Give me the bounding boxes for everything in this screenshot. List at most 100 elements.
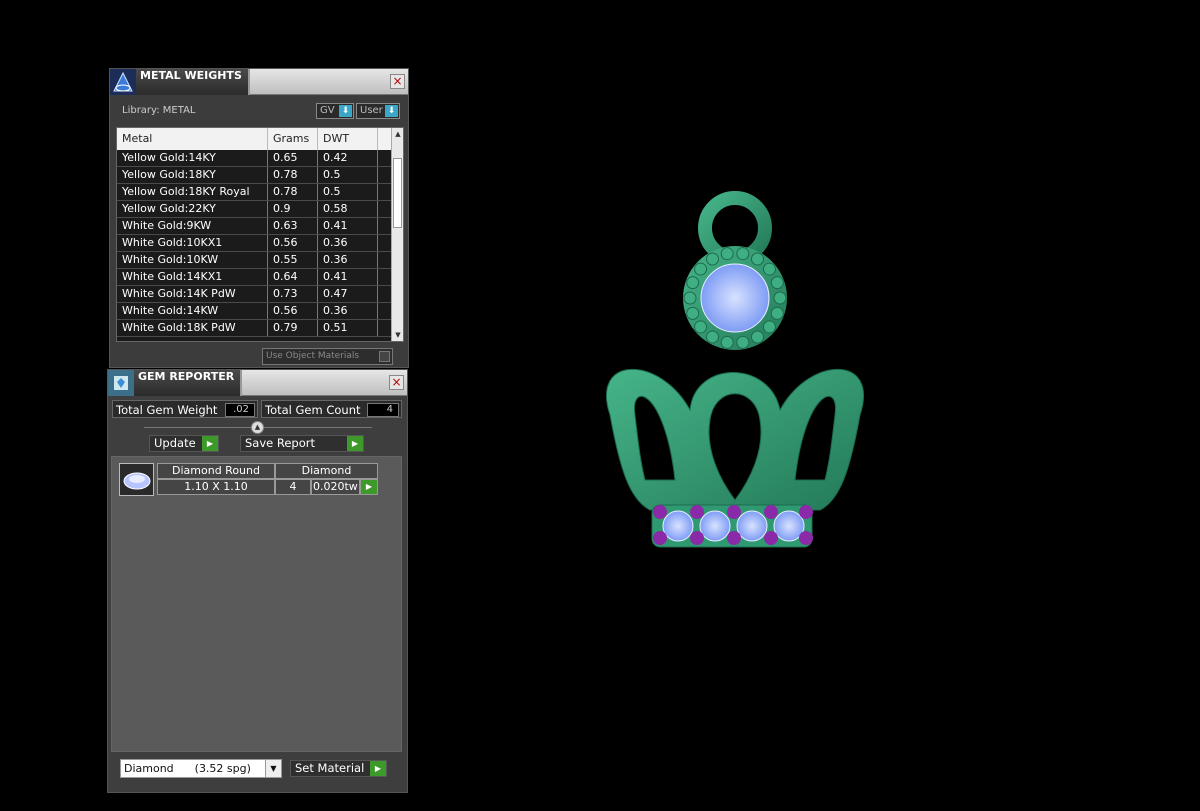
cell-dwt: 0.41 xyxy=(318,269,378,285)
total-gem-count-value: 4 xyxy=(367,403,399,417)
cell-metal: Yellow Gold:18KY Royal xyxy=(117,184,268,200)
chevron-down-icon[interactable]: ▼ xyxy=(265,760,281,777)
gem-weight: 0.020tw xyxy=(311,479,360,495)
table-row[interactable]: White Gold:9KW 0.63 0.41 xyxy=(117,218,393,235)
update-button[interactable]: Update ▶ xyxy=(149,435,219,452)
scroll-up-icon[interactable]: ▲ xyxy=(392,128,403,140)
metal-weights-close-button[interactable]: × xyxy=(390,74,405,89)
gem-reporter-tab: GEM REPORTER xyxy=(134,370,243,396)
use-object-materials-label: Use Object Materials xyxy=(266,351,360,361)
table-row[interactable]: Yellow Gold:22KY 0.9 0.58 xyxy=(117,201,393,218)
accent-stone xyxy=(690,505,704,519)
cell-dwt: 0.41 xyxy=(318,218,378,234)
material-select-value: Diamond (3.52 spg) xyxy=(124,762,251,775)
3d-viewport[interactable] xyxy=(560,180,900,570)
cell-grams: 0.73 xyxy=(268,286,318,302)
cell-metal: White Gold:10KW xyxy=(117,252,268,268)
table-row[interactable]: Yellow Gold:18KY 0.78 0.5 xyxy=(117,167,393,184)
gem-row-play-icon[interactable]: ▶ xyxy=(360,479,378,495)
accent-stone xyxy=(764,505,778,519)
metal-weights-icon xyxy=(110,69,136,95)
cell-metal: White Gold:14KX1 xyxy=(117,269,268,285)
metal-weights-titlebar[interactable]: METAL WEIGHTS × xyxy=(110,69,408,95)
gem-reporter-panel: GEM REPORTER × Total Gem Weight .02 Tota… xyxy=(107,369,408,793)
gem-shape: Diamond Round xyxy=(157,463,275,479)
gem-reporter-titlebar[interactable]: GEM REPORTER × xyxy=(108,370,407,396)
halo-bead xyxy=(770,276,784,290)
cell-dwt: 0.51 xyxy=(318,320,378,336)
halo-bead xyxy=(694,262,708,276)
halo-bead xyxy=(751,330,764,344)
gem-count: 4 xyxy=(275,479,311,495)
column-header-dwt[interactable]: DWT xyxy=(318,128,378,150)
use-object-materials-toggle[interactable]: Use Object Materials xyxy=(262,348,393,365)
play-icon: ▶ xyxy=(370,761,386,776)
cell-metal: Yellow Gold:14KY xyxy=(117,150,268,166)
cell-grams: 0.78 xyxy=(268,184,318,200)
cell-grams: 0.56 xyxy=(268,235,318,251)
table-row[interactable]: White Gold:10KX1 0.56 0.36 xyxy=(117,235,393,252)
halo-bead xyxy=(706,330,719,344)
play-icon: ▶ xyxy=(202,436,218,451)
halo-bead xyxy=(686,276,700,290)
column-header-grams[interactable]: Grams xyxy=(268,128,318,150)
accent-stone xyxy=(727,531,741,545)
diamond-round-icon xyxy=(123,472,150,489)
gem-thumbnail[interactable] xyxy=(119,463,154,496)
gem-size: 1.10 X 1.10 xyxy=(157,479,275,495)
set-material-button[interactable]: Set Material ▶ xyxy=(290,760,387,777)
library-label: Library: METAL xyxy=(122,105,196,116)
toggle-dot-icon xyxy=(379,351,390,362)
cell-metal: White Gold:14KW xyxy=(117,303,268,319)
user-toggle[interactable]: User ⬇ xyxy=(356,103,400,119)
column-header-metal[interactable]: Metal xyxy=(117,128,268,150)
total-gem-weight-value: .02 xyxy=(225,403,255,417)
crown-arches xyxy=(606,368,864,511)
band-stone xyxy=(736,510,768,542)
halo-bead xyxy=(686,306,700,320)
cell-grams: 0.9 xyxy=(268,201,318,217)
cell-grams: 0.55 xyxy=(268,252,318,268)
metal-table-scrollbar[interactable]: ▲ ▼ xyxy=(391,128,403,341)
gv-label: GV xyxy=(320,105,335,116)
accent-stone xyxy=(653,505,667,519)
accent-stone xyxy=(764,531,778,545)
band-stone xyxy=(699,510,731,542)
accent-stone xyxy=(799,505,813,519)
band-stone xyxy=(662,510,694,542)
material-select[interactable]: Diamond (3.52 spg) ▼ xyxy=(120,759,282,778)
save-report-button[interactable]: Save Report ▶ xyxy=(240,435,364,452)
metal-table-header: Metal Grams DWT xyxy=(117,128,393,150)
cell-metal: White Gold:9KW xyxy=(117,218,268,234)
gem-material: Diamond xyxy=(275,463,378,479)
cell-dwt: 0.42 xyxy=(318,150,378,166)
table-row[interactable]: Yellow Gold:14KY 0.65 0.42 xyxy=(117,150,393,167)
metal-weights-tab: METAL WEIGHTS xyxy=(136,69,250,95)
scroll-thumb[interactable] xyxy=(393,158,402,228)
table-row[interactable]: White Gold:14KX1 0.64 0.41 xyxy=(117,269,393,286)
collapse-knob-icon[interactable]: ▲ xyxy=(251,421,264,434)
metal-weights-table: Metal Grams DWT Yellow Gold:14KY 0.65 0.42… xyxy=(116,127,404,342)
halo-bead xyxy=(736,247,750,261)
scroll-down-icon[interactable]: ▼ xyxy=(392,329,403,341)
user-label: User xyxy=(360,105,383,116)
cell-metal: White Gold:10KX1 xyxy=(117,235,268,251)
cell-dwt: 0.36 xyxy=(318,235,378,251)
accent-stone xyxy=(799,531,813,545)
gv-toggle[interactable]: GV ⬇ xyxy=(316,103,354,119)
cell-metal: Yellow Gold:18KY xyxy=(117,167,268,183)
halo-bead xyxy=(762,320,776,334)
table-row[interactable]: White Gold:18K PdW 0.79 0.51 xyxy=(117,320,393,337)
cell-grams: 0.64 xyxy=(268,269,318,285)
accent-stone xyxy=(653,531,667,545)
table-row[interactable]: White Gold:14KW 0.56 0.36 xyxy=(117,303,393,320)
cell-dwt: 0.58 xyxy=(318,201,378,217)
table-row[interactable]: Yellow Gold:18KY Royal 0.78 0.5 xyxy=(117,184,393,201)
accent-stone xyxy=(690,531,704,545)
table-row[interactable]: White Gold:10KW 0.55 0.36 xyxy=(117,252,393,269)
gem-reporter-close-button[interactable]: × xyxy=(389,375,404,390)
cell-metal: White Gold:14K PdW xyxy=(117,286,268,302)
cell-grams: 0.79 xyxy=(268,320,318,336)
table-row[interactable]: White Gold:14K PdW 0.73 0.47 xyxy=(117,286,393,303)
gem-reporter-icon xyxy=(108,370,134,396)
